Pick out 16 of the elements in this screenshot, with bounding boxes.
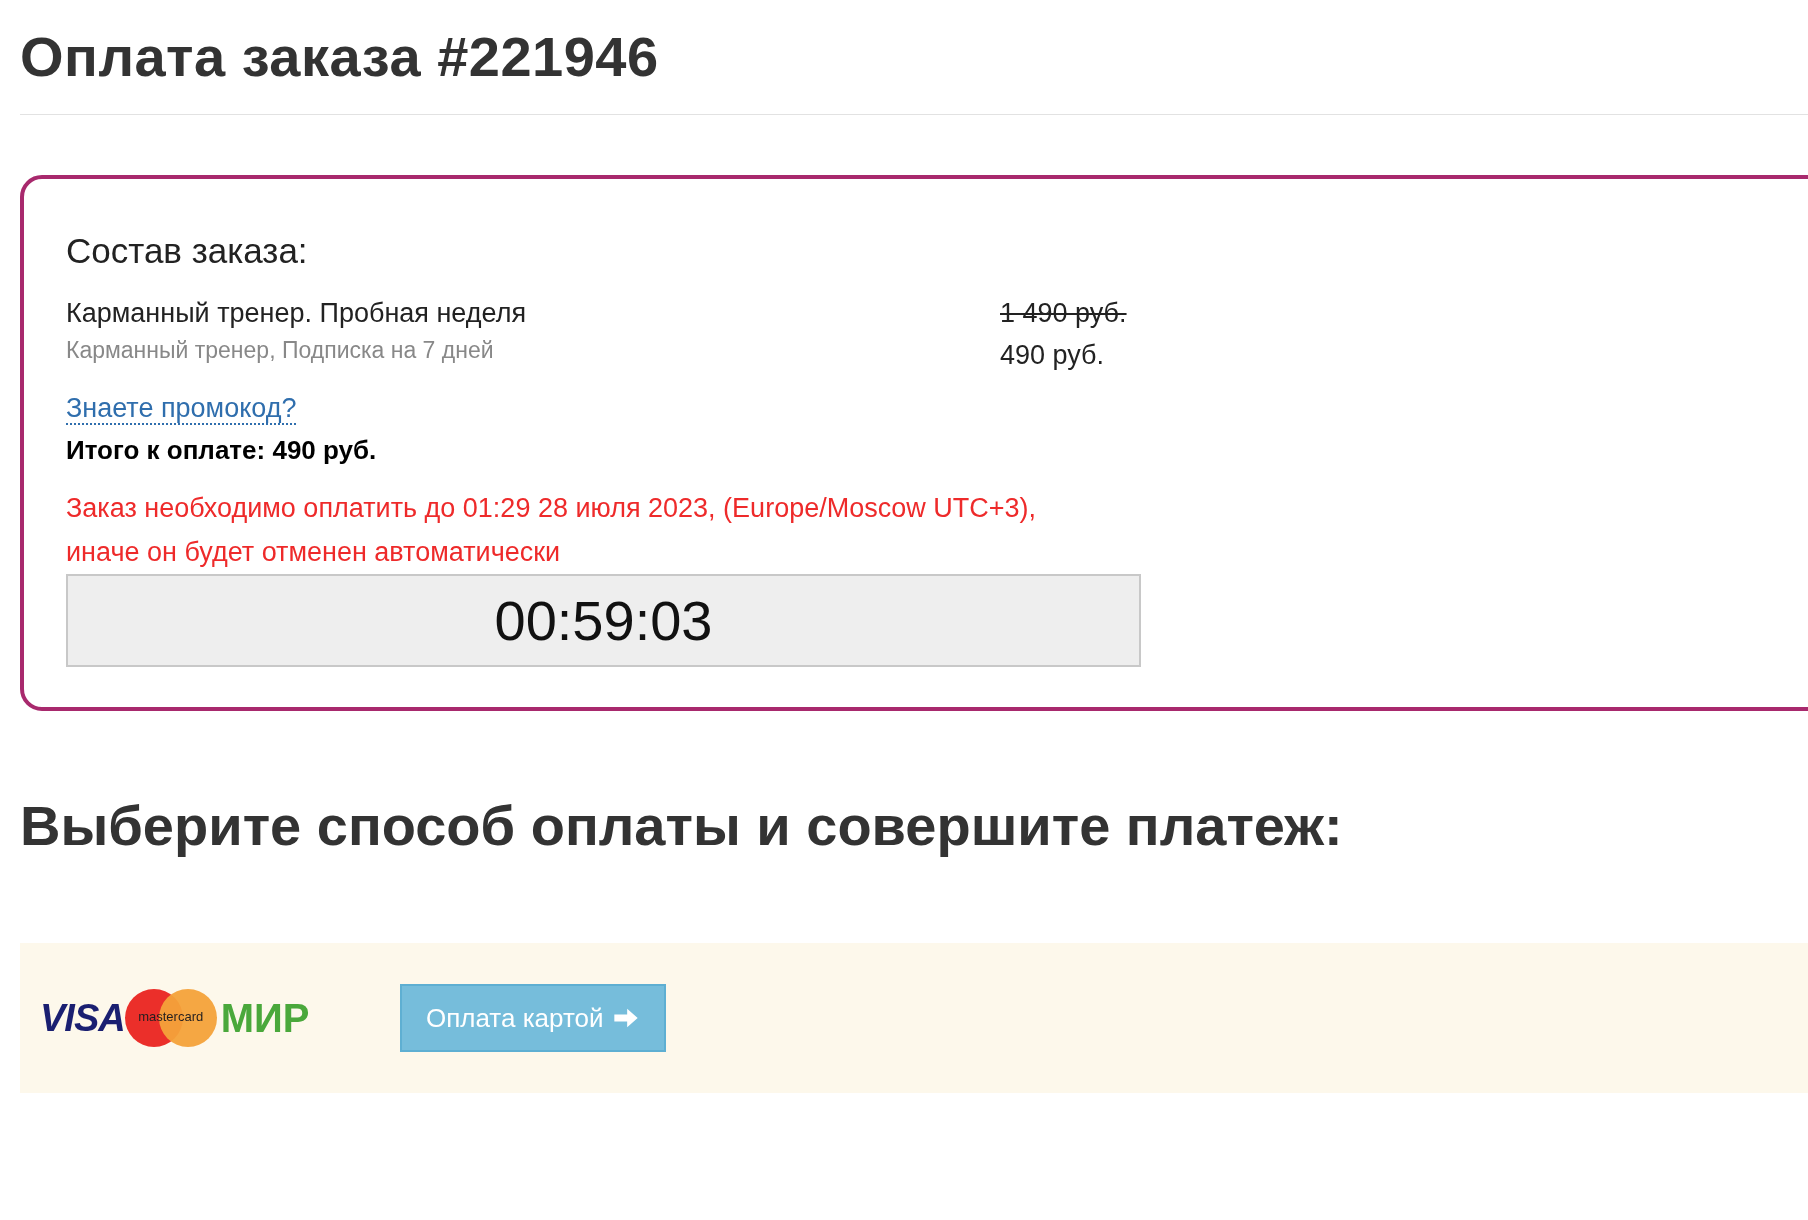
order-heading: Состав заказа: [66, 231, 309, 271]
item-price: 490 руб. [1000, 339, 1106, 372]
old-price: 1 490 руб. [1000, 297, 1127, 330]
promo-code-link[interactable]: Знаете промокод? [66, 393, 297, 425]
card-logo: МИР [220, 995, 310, 1041]
payment-deadline-warning: иначе он будет отменен автоматически [66, 536, 562, 569]
countdown-timer: 00:59:03 [66, 574, 1141, 667]
item-name: Карманный тренер. Пробная неделя [66, 297, 528, 330]
card-logo: VISA [40, 996, 125, 1040]
payment-deadline-warning: Заказ необходимо оплатить до 01:29 28 июля 2023, (Europe/Moscow UTC+3), [66, 492, 1037, 525]
payment-heading: Выберите способ оплаты и совершите платеж: [20, 793, 1344, 859]
item-description: Карманный тренер, Подписка на 7 дней [66, 336, 495, 365]
arrow-right-icon [611, 1006, 640, 1030]
page-title: Оплата заказа #221946 [20, 24, 660, 90]
order-total: Итого к оплате: 490 руб. [66, 435, 378, 466]
card-logo: mastercard [124, 989, 217, 1047]
